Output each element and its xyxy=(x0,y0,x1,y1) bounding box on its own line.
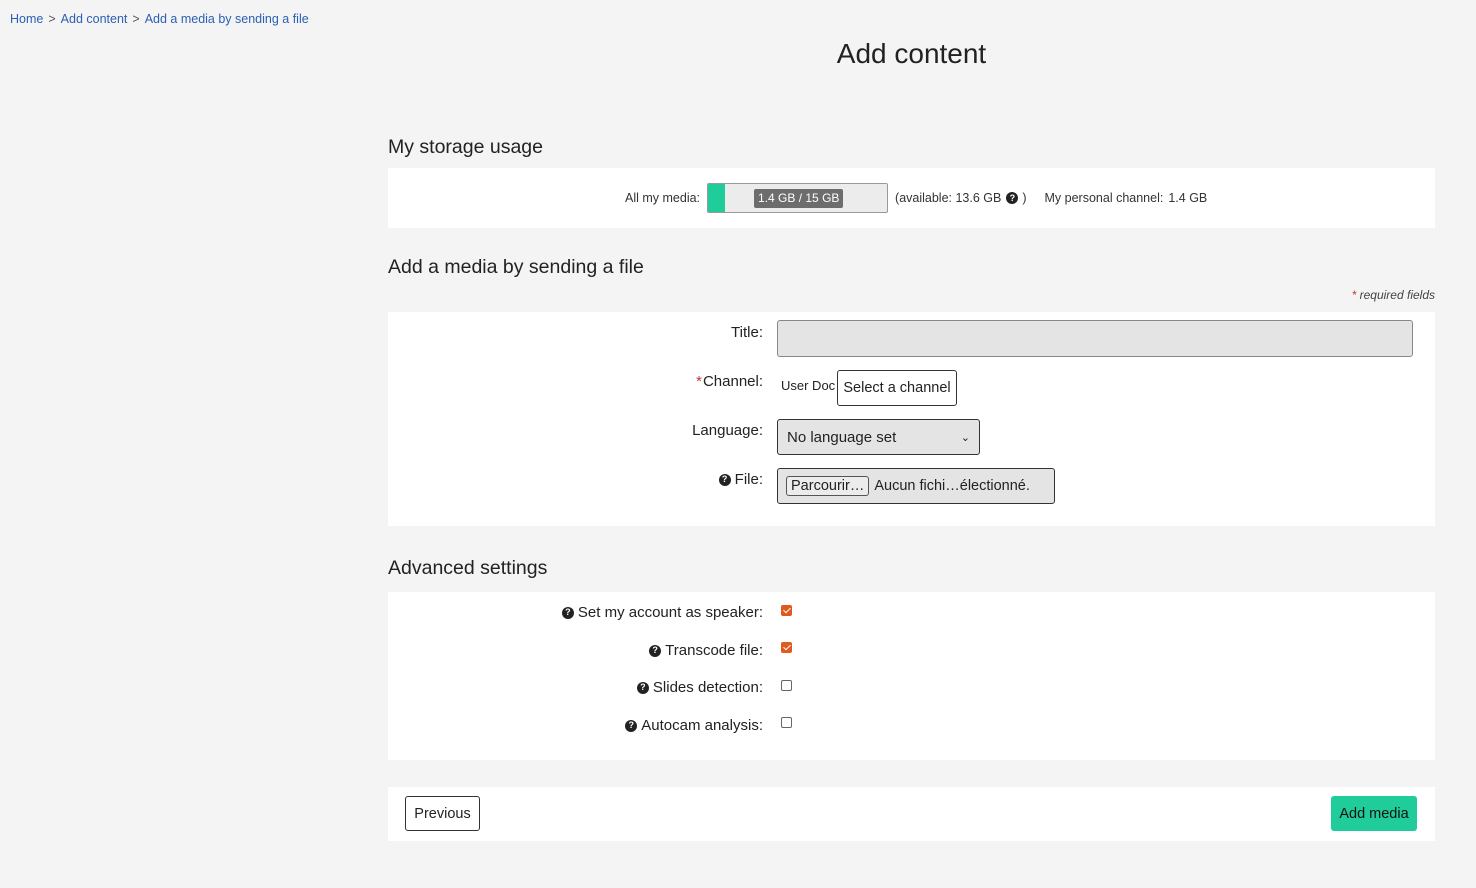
speaker-option-text: Set my account as speaker: xyxy=(577,604,763,621)
breadcrumb-add-content-link[interactable]: Add content xyxy=(61,12,128,26)
transcode-option-text: Transcode file: xyxy=(665,642,763,659)
title-label: Title: xyxy=(731,324,763,341)
required-star: * xyxy=(1351,288,1357,302)
storage-progress-fill xyxy=(708,184,725,212)
speaker-checkbox[interactable] xyxy=(781,605,792,616)
language-select[interactable]: No language set ⌄ xyxy=(777,419,980,455)
previous-button[interactable]: Previous xyxy=(405,796,480,831)
language-label: Language: xyxy=(692,422,763,439)
help-icon[interactable]: ? xyxy=(625,719,638,732)
select-channel-button[interactable]: Select a channel xyxy=(837,370,957,406)
language-selected-value: No language set xyxy=(787,428,897,446)
breadcrumb: Home > Add content > Add a media by send… xyxy=(10,12,309,26)
autocam-option-label: ? Autocam analysis: xyxy=(625,717,763,734)
channel-label: * Channel: xyxy=(696,373,763,390)
channel-label-text: Channel: xyxy=(702,373,763,390)
slides-option-text: Slides detection: xyxy=(652,679,763,696)
file-input[interactable]: Parcourir… Aucun fichi…électionné. xyxy=(777,468,1055,504)
help-icon[interactable]: ? xyxy=(636,681,649,694)
breadcrumb-separator: > xyxy=(48,12,56,26)
help-icon[interactable]: ? xyxy=(718,473,731,486)
breadcrumb-current-link[interactable]: Add a media by sending a file xyxy=(145,12,309,26)
breadcrumb-separator: > xyxy=(132,12,140,26)
available-close: ) xyxy=(1022,191,1027,205)
title-input[interactable] xyxy=(777,320,1413,357)
autocam-checkbox[interactable] xyxy=(781,717,792,728)
required-fields-note: * required fields xyxy=(1352,288,1435,302)
help-icon[interactable]: ? xyxy=(649,644,662,657)
autocam-option-text: Autocam analysis: xyxy=(641,717,763,734)
browse-button[interactable]: Parcourir… xyxy=(786,476,870,496)
add-media-button[interactable]: Add media xyxy=(1331,796,1417,831)
storage-heading: My storage usage xyxy=(388,136,544,158)
storage-usage-text: 1.4 GB / 15 GB xyxy=(754,189,844,208)
all-media-label: All my media: xyxy=(625,191,701,205)
personal-channel-value: 1.4 GB xyxy=(1168,191,1208,205)
chevron-down-icon: ⌄ xyxy=(960,431,970,444)
file-status-text: Aucun fichi…électionné. xyxy=(874,478,1030,494)
breadcrumb-home-link[interactable]: Home xyxy=(10,12,43,26)
upload-form-panel: Title: * Channel: User Doc Select a chan… xyxy=(388,312,1435,526)
required-note-text: required fields xyxy=(1359,288,1435,302)
channel-required-star: * xyxy=(696,373,702,390)
storage-panel: All my media: 1.4 GB / 15 GB (available:… xyxy=(388,168,1435,228)
slides-checkbox[interactable] xyxy=(781,680,792,691)
file-label-text: File: xyxy=(734,471,763,488)
slides-option-label: ? Slides detection: xyxy=(636,679,763,696)
page-title: Add content xyxy=(836,38,987,69)
storage-progress-bar: 1.4 GB / 15 GB xyxy=(707,183,889,213)
transcode-checkbox[interactable] xyxy=(781,642,792,653)
advanced-settings-heading: Advanced settings xyxy=(388,557,548,579)
title-label-text: Title: xyxy=(731,324,763,341)
advanced-settings-panel: ? Set my account as speaker: ? Transcode… xyxy=(388,592,1435,760)
language-label-text: Language: xyxy=(692,422,763,439)
personal-channel-label: My personal channel: xyxy=(1044,191,1164,205)
transcode-option-label: ? Transcode file: xyxy=(649,642,763,659)
storage-usage-row: All my media: 1.4 GB / 15 GB (available:… xyxy=(625,183,1207,213)
speaker-option-label: ? Set my account as speaker: xyxy=(561,604,763,621)
form-footer: Previous Add media xyxy=(388,787,1435,841)
channel-user-name: User Doc xyxy=(781,378,836,393)
file-label: ? File: xyxy=(718,471,763,488)
upload-heading: Add a media by sending a file xyxy=(388,256,644,278)
help-icon[interactable]: ? xyxy=(561,606,574,619)
available-text: (available: 13.6 GB xyxy=(895,191,1002,205)
help-icon[interactable]: ? xyxy=(1006,192,1019,204)
